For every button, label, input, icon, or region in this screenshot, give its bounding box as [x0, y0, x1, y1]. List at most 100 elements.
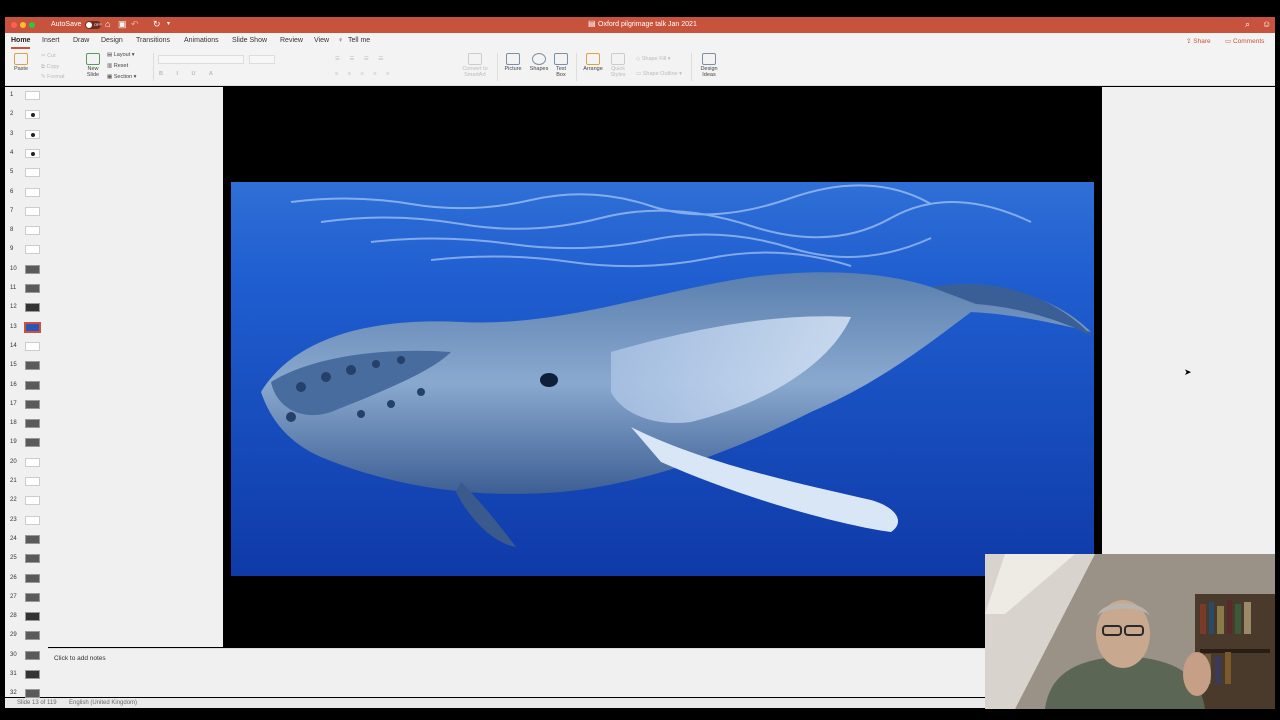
tab-slide-show[interactable]: Slide Show: [232, 37, 267, 44]
slide-thumbnail[interactable]: 11: [5, 281, 48, 300]
autosave-label: AutoSave: [51, 21, 82, 28]
slide-thumbnail-image: [25, 592, 40, 602]
slide-thumbnail[interactable]: 5: [5, 165, 48, 184]
redo-icon[interactable]: ↻: [153, 19, 161, 29]
slide-number: 11: [10, 285, 17, 291]
slide-thumbnail[interactable]: 25: [5, 551, 48, 570]
text-box-button[interactable]: Text Box: [552, 53, 570, 78]
font-size-box[interactable]: [249, 55, 275, 64]
slide-thumbnail[interactable]: 9: [5, 242, 48, 261]
paste-button[interactable]: Paste: [11, 53, 31, 72]
slide-thumbnail[interactable]: 20: [5, 455, 48, 474]
slide-thumbnail-image: [25, 284, 40, 293]
slide-thumbnail[interactable]: 7: [5, 204, 48, 223]
convert-smartart-button[interactable]: Convert to SmartArt: [457, 53, 493, 78]
slide-thumbnail[interactable]: 10: [5, 262, 48, 281]
slide-number: 19: [10, 439, 17, 446]
tab-view[interactable]: View: [314, 37, 329, 44]
slide-thumbnail[interactable]: 6: [5, 185, 48, 204]
section-button[interactable]: ▦ Section ▾: [107, 74, 136, 80]
slide-thumbnail[interactable]: 1: [5, 88, 48, 107]
tab-draw[interactable]: Draw: [73, 37, 89, 44]
slide-thumbnail[interactable]: 18: [5, 416, 48, 435]
tab-animations[interactable]: Animations: [184, 37, 219, 44]
slide-thumbnail[interactable]: 29: [5, 628, 48, 647]
slide-thumbnail[interactable]: 27: [5, 590, 48, 609]
slide-thumbnail[interactable]: 8: [5, 223, 48, 242]
design-ideas-icon: [702, 53, 716, 65]
format-label: Format: [47, 74, 65, 80]
slide-thumbnail[interactable]: 14: [5, 339, 48, 358]
cut-button[interactable]: ✂ Cut: [41, 53, 56, 59]
save-icon[interactable]: ▣: [118, 19, 127, 29]
slide-thumbnail-image: [25, 612, 40, 622]
quick-styles-icon: [611, 53, 625, 65]
quick-styles-button[interactable]: Quick Styles: [607, 53, 629, 78]
tab-insert[interactable]: Insert: [42, 37, 60, 44]
font-name-box[interactable]: [158, 55, 244, 64]
font-style-buttons[interactable]: B I U A: [159, 71, 219, 77]
shape-fill-button[interactable]: ◇ Shape Fill ▾: [636, 56, 671, 62]
notes-pane[interactable]: Click to add notes: [48, 648, 985, 697]
zoom-window-button[interactable]: [29, 22, 35, 28]
slide-thumbnail-image: [25, 515, 40, 525]
slide-thumbnail-image: [25, 187, 40, 197]
search-icon[interactable]: ⌕: [1245, 19, 1250, 29]
home-icon[interactable]: ⌂: [105, 19, 110, 29]
undo-icon[interactable]: ↶: [131, 19, 139, 29]
tab-design[interactable]: Design: [101, 37, 123, 44]
slide-thumbnail-image: [25, 419, 40, 429]
slide-thumbnail[interactable]: 16: [5, 378, 48, 397]
list-buttons[interactable]: ☰ ☰ ☰ ☰: [335, 56, 387, 62]
slide-thumbnail[interactable]: 30: [5, 648, 48, 667]
slide-thumbnail[interactable]: 22: [5, 493, 48, 512]
customize-toolbar-icon[interactable]: ▾: [167, 19, 170, 29]
slide-thumbnail[interactable]: 13: [5, 320, 48, 339]
slide-thumbnail[interactable]: 21: [5, 474, 48, 493]
ribbon-divider: [153, 53, 154, 81]
slide-thumbnail[interactable]: 24: [5, 532, 48, 551]
slide-number: 29: [10, 632, 17, 639]
whale-photo[interactable]: [231, 182, 1094, 576]
tab-home[interactable]: Home: [11, 37, 31, 49]
slide-number: 7: [10, 207, 14, 214]
minimize-window-button[interactable]: [20, 22, 26, 28]
slide-thumbnail[interactable]: 15: [5, 358, 48, 377]
slide-number: 18: [10, 420, 17, 427]
slide-thumbnail[interactable]: 12: [5, 300, 48, 319]
slide-thumbnail[interactable]: 28: [5, 609, 48, 628]
slide-thumbnail[interactable]: 4: [5, 146, 48, 165]
shape-outline-button[interactable]: ▭ Shape Outline ▾: [636, 71, 682, 77]
format-painter-button[interactable]: ✎ Format: [41, 74, 65, 80]
align-buttons[interactable]: ≡ ≡ ≡ ≡ ≡: [335, 71, 393, 77]
slide-thumbnail[interactable]: 23: [5, 513, 48, 532]
tab-review[interactable]: Review: [280, 37, 303, 44]
slide-thumbnail[interactable]: 17: [5, 397, 48, 416]
layout-button[interactable]: ▤ Layout ▾: [107, 52, 135, 58]
language-indicator[interactable]: English (United Kingdom): [69, 700, 137, 706]
slide-number: 16: [10, 381, 17, 388]
slide-thumbnail[interactable]: 31: [5, 667, 48, 686]
slide-thumbnail[interactable]: 3: [5, 127, 48, 146]
close-window-button[interactable]: [11, 22, 17, 28]
tell-me-search[interactable]: Tell me: [348, 37, 370, 44]
new-slide-button[interactable]: New Slide: [81, 53, 105, 78]
copy-button[interactable]: ⧉ Copy: [41, 64, 59, 71]
shapes-button[interactable]: Shapes: [527, 53, 551, 72]
design-ideas-button[interactable]: Design Ideas: [696, 53, 722, 78]
slide-thumbnail[interactable]: 19: [5, 435, 48, 454]
arrange-button[interactable]: Arrange: [580, 53, 606, 72]
slide-thumbnail[interactable]: 26: [5, 571, 48, 590]
share-button[interactable]: ⇪ Share: [1186, 37, 1211, 45]
slide-thumbnail[interactable]: 2: [5, 107, 48, 126]
picture-button[interactable]: Picture: [501, 53, 525, 72]
slide-thumbnail-image: [24, 321, 41, 333]
slide-number: 26: [10, 574, 17, 581]
webcam-overlay: [985, 554, 1275, 709]
design-ideas-label: Design Ideas: [700, 66, 718, 78]
slide-number: 25: [10, 555, 17, 562]
tab-transitions[interactable]: Transitions: [136, 37, 170, 44]
reset-button[interactable]: ▥ Reset: [107, 63, 128, 69]
feedback-icon[interactable]: ☺: [1262, 19, 1271, 29]
comments-button[interactable]: ▭ Comments: [1225, 37, 1264, 45]
